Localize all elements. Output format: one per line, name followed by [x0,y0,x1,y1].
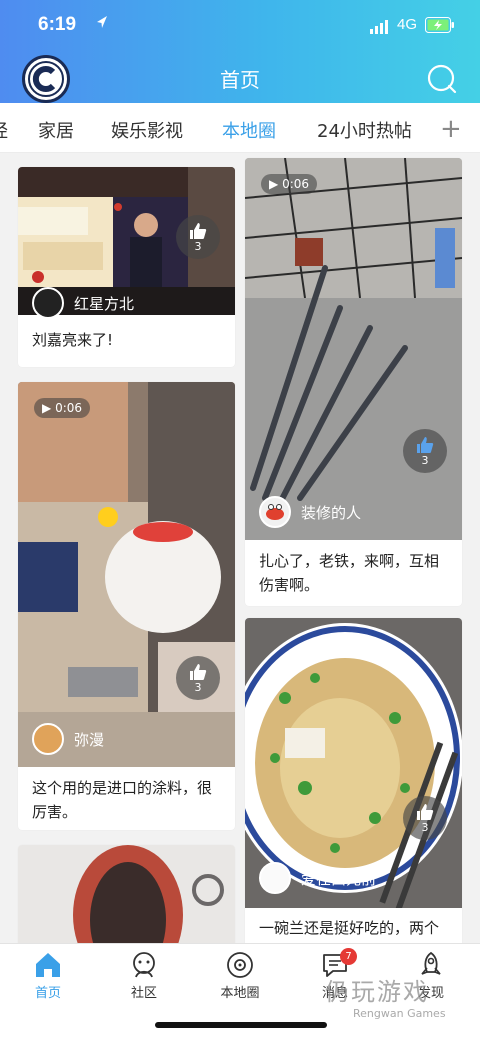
nav-home[interactable]: 首页 [13,950,83,1001]
like-count: 3 [421,454,429,467]
battery-charging-icon [425,17,454,33]
tab-24h-hot[interactable]: 24小时热帖 [317,117,412,143]
card-image[interactable] [18,845,235,943]
community-icon [133,952,155,978]
play-icon: ▶ [269,177,279,191]
author-name: 装修的人 [301,503,362,522]
video-duration: ▶ 0:06 [261,174,318,194]
card-video[interactable] [18,382,235,767]
bodybuilding-poster-image [18,845,235,943]
thumbs-up-icon [417,804,434,820]
avatar [259,496,291,528]
tab-home-furnishing[interactable]: 家居 [38,117,74,143]
nav-label: 社区 [130,986,157,1001]
card-caption: 刘嘉亮来了! [32,331,114,349]
page-title: 首页 [220,68,260,92]
thumbs-up-icon [417,437,434,453]
like-count: 3 [421,821,429,834]
status-time: 6:19 [38,14,77,35]
tab-entertainment[interactable]: 娱乐影视 [111,117,183,143]
category-tabs: 经 家居 娱乐影视 本地圈 24小时热帖 + [0,103,480,153]
feed-card[interactable]: ▶ 0:06 3 弥漫 这个用的是进口的涂料，很厉害。 [18,382,235,830]
card-video[interactable] [245,158,462,540]
nav-label: 本地圈 [220,986,260,1001]
search-icon[interactable] [426,63,458,95]
local-circle-icon [227,952,253,978]
card-author[interactable]: 爱在西元前 [259,862,376,894]
author-name: 爱在西元前 [301,869,377,888]
duration-text: 0:06 [282,177,310,191]
feed-card[interactable]: ▶ 0:06 3 装修的人 扎心了，老铁，来啊，互相伤害啊。 [245,158,462,606]
status-bar: 6:19 4G [0,0,480,48]
like-button[interactable]: 3 [176,656,220,700]
card-caption: 一碗兰还是挺好吃的，两个 [259,919,440,937]
nav-community[interactable]: 社区 [109,950,179,1001]
watermark: 仍玩游戏 Rengwan Games [325,972,446,1020]
author-name: 弥漫 [74,730,105,749]
feed: 3 红星方北 刘嘉亮来了! ▶ 0:06 3 弥漫 这个用的是进口的涂料，很厉害… [0,153,480,943]
like-button[interactable]: 3 [176,215,220,259]
crab-avatar-icon [266,504,284,520]
card-author[interactable]: 装修的人 [259,496,361,528]
thumbs-up-icon [190,664,207,680]
nav-label: 首页 [34,986,61,1001]
home-icon [36,953,60,977]
watermark-text: 仍玩游戏 [325,978,429,1006]
duration-text: 0:06 [55,401,83,415]
like-button[interactable]: 3 [403,429,447,473]
feed-card[interactable] [18,845,235,943]
app-header: 6:19 4G 首页 [0,0,480,103]
card-author[interactable]: 红星方北 [32,287,134,319]
tab-partial[interactable]: 经 [0,117,8,143]
avatar [32,723,64,755]
feed-card[interactable]: 3 红星方北 刘嘉亮来了! [18,167,235,367]
balloon-video-image [18,382,235,767]
play-icon: ▶ [42,401,52,415]
thumbs-up-icon [190,223,207,239]
like-button[interactable]: 3 [403,796,447,840]
add-tab-button[interactable]: + [440,114,462,144]
author-name: 红星方北 [74,294,135,313]
feed-card[interactable]: 3 爱在西元前 一碗兰还是挺好吃的，两个 [245,618,462,943]
card-author[interactable]: 弥漫 [32,723,104,755]
like-count: 3 [194,240,202,253]
like-count: 3 [194,681,202,694]
tab-local-circle[interactable]: 本地圈 [222,117,276,143]
signal-icon [370,20,388,34]
card-caption: 这个用的是进口的涂料，很厉害。 [32,779,213,821]
avatar [32,287,64,319]
location-arrow-icon [97,16,107,28]
unread-badge: 7 [340,948,357,965]
fishing-rods-video-image [245,158,462,540]
home-indicator[interactable] [155,1022,327,1028]
watermark-subtext: Rengwan Games [353,1007,446,1020]
network-type: 4G [397,16,418,33]
video-duration: ▶ 0:06 [34,398,91,418]
avatar [259,862,291,894]
card-caption: 扎心了，老铁，来啊，互相伤害啊。 [259,552,440,594]
nav-local-circle[interactable]: 本地圈 [205,950,275,1001]
